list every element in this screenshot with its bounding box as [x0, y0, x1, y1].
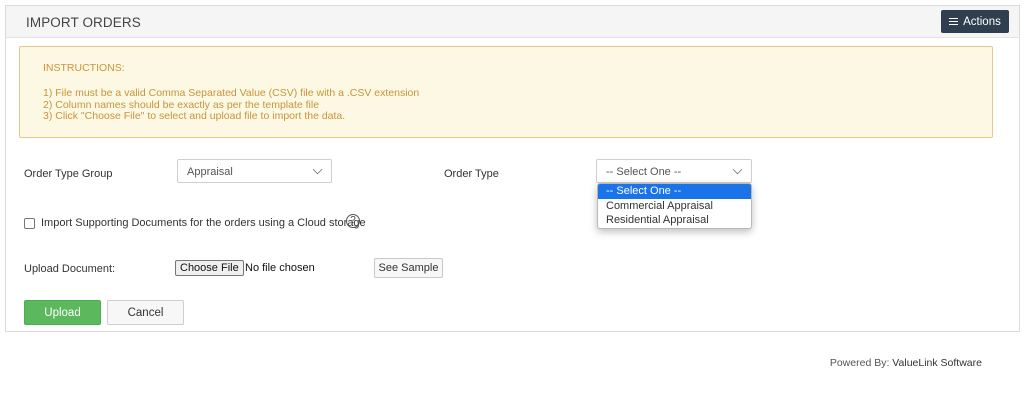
actions-button-label: Actions [963, 15, 1001, 28]
cloud-storage-label: Import Supporting Documents for the orde… [41, 217, 366, 229]
order-type-select[interactable]: -- Select One -- [596, 159, 752, 183]
menu-icon [949, 17, 959, 26]
see-sample-button[interactable]: See Sample [374, 258, 443, 278]
dropdown-option[interactable]: Residential Appraisal [598, 213, 751, 228]
question-circle-icon[interactable]: ? [346, 214, 360, 228]
instruction-line: 1) File must be a valid Comma Separated … [43, 87, 420, 99]
file-status-text: No file chosen [245, 262, 315, 274]
dropdown-option[interactable]: Commercial Appraisal [598, 199, 751, 214]
chevron-down-icon [312, 164, 323, 175]
footer-brand: ValueLink Software [892, 357, 982, 369]
choose-file-button[interactable]: Choose File [175, 260, 244, 276]
order-type-group-value: Appraisal [187, 166, 233, 178]
upload-button[interactable]: Upload [24, 300, 101, 325]
order-type-group-select[interactable]: Appraisal [177, 159, 332, 183]
dropdown-option[interactable]: -- Select One -- [598, 184, 751, 199]
chevron-down-icon [732, 164, 743, 175]
order-type-group-label: Order Type Group [24, 168, 113, 180]
order-type-dropdown-list[interactable]: -- Select One -- Commercial Appraisal Re… [597, 183, 752, 229]
instructions-list: 1) File must be a valid Comma Separated … [43, 87, 420, 123]
footer-prefix: Powered By: [829, 357, 893, 369]
cancel-button[interactable]: Cancel [107, 300, 184, 325]
instructions-title: INSTRUCTIONS: [43, 62, 125, 74]
footer: Powered By: ValueLink Software [830, 357, 982, 369]
page-title: IMPORT ORDERS [26, 15, 141, 30]
order-type-label: Order Type [444, 168, 499, 180]
order-type-value: -- Select One -- [606, 166, 682, 178]
instruction-line: 3) Click "Choose File" to select and upl… [43, 110, 346, 122]
cloud-storage-checkbox[interactable] [24, 218, 35, 229]
panel-header: IMPORT ORDERS Actions [6, 6, 1019, 38]
upload-document-label: Upload Document: [24, 263, 116, 275]
actions-button[interactable]: Actions [941, 10, 1009, 33]
instructions-box: INSTRUCTIONS: 1) File must be a valid Co… [19, 46, 993, 138]
